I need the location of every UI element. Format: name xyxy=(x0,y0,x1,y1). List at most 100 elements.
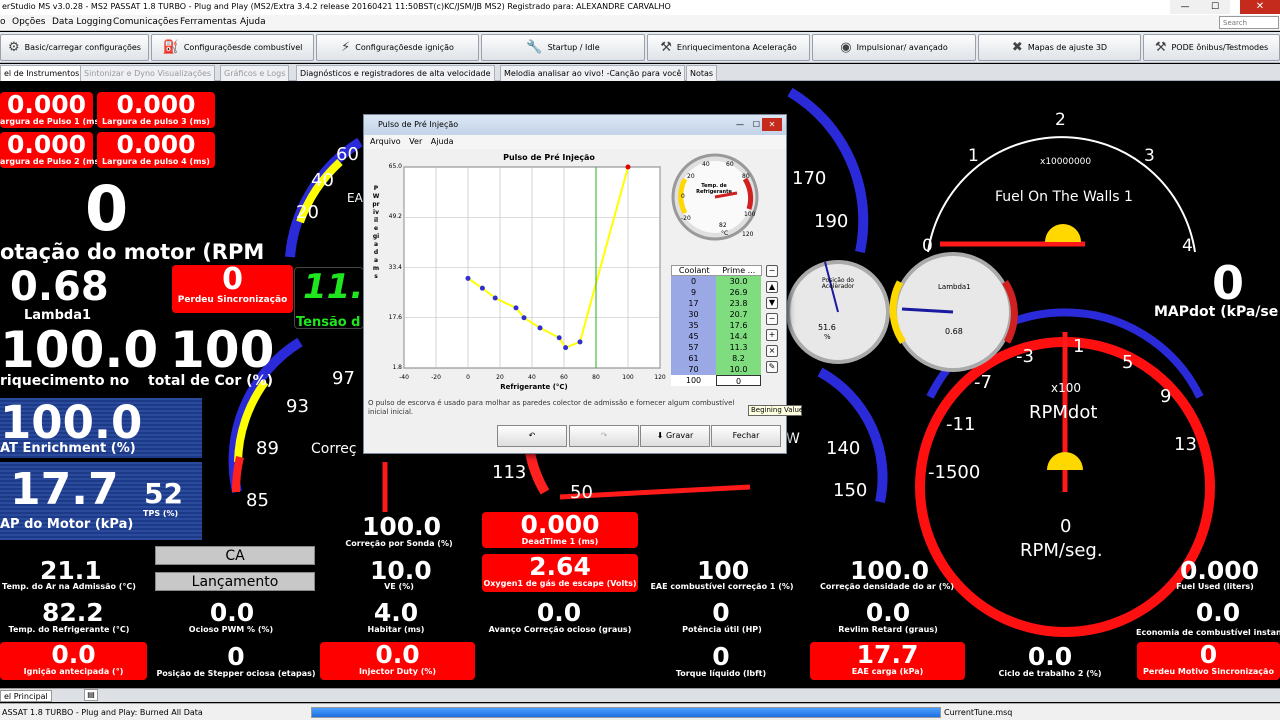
table-row[interactable]: 35 17.6 xyxy=(671,320,762,331)
tab-diagnostics[interactable]: Diagnósticos e registradores de alta vel… xyxy=(296,65,495,81)
data-point[interactable] xyxy=(521,315,527,321)
gauge-eae-load: 17.7 EAE carga (kPa) xyxy=(810,642,965,680)
search-input[interactable] xyxy=(1219,16,1279,29)
data-point[interactable] xyxy=(479,285,485,291)
table-row[interactable]: 100 0 xyxy=(671,375,762,386)
gauge-pw1: 0.000 argura de Pulso 1 (ms) xyxy=(0,90,103,128)
wrench-icon: 🔧 xyxy=(526,40,543,55)
table-cell-prime[interactable]: 30.0 xyxy=(716,276,761,287)
data-point[interactable] xyxy=(537,325,543,331)
x-tick-label: -20 xyxy=(431,374,441,381)
data-point[interactable] xyxy=(556,335,562,341)
tab-tune-dyno[interactable]: Sintonizar e Dyno Visualizações xyxy=(80,65,216,81)
maximize-button[interactable]: ☐ xyxy=(1200,0,1230,14)
close-button[interactable]: ✕ xyxy=(1240,0,1280,14)
tab-notes[interactable]: Notas xyxy=(686,65,718,81)
table-row[interactable]: 17 23.8 xyxy=(671,298,762,309)
menu-data-logging[interactable]: Data Logging xyxy=(52,17,112,27)
table-header: Coolant Prime ... xyxy=(671,265,762,276)
tab-main-panel[interactable]: el Principal xyxy=(0,690,52,702)
table-cell-prime[interactable]: 11.3 xyxy=(716,342,761,353)
table-decrement-button[interactable]: − xyxy=(766,313,778,325)
table-cell-coolant[interactable]: 9 xyxy=(671,287,716,298)
table-cell-prime[interactable]: 10.0 xyxy=(716,364,761,375)
table-cell-coolant[interactable]: 17 xyxy=(671,298,716,309)
status-file: CurrentTune.msq xyxy=(944,708,1013,717)
table-cell-coolant[interactable]: 70 xyxy=(671,364,716,375)
data-point[interactable] xyxy=(465,275,471,281)
minimize-button[interactable]: — xyxy=(1170,0,1200,14)
fow-tick: 3 xyxy=(1144,146,1155,166)
throttle-mini-label: Posição do Acelerador xyxy=(821,277,855,290)
dens-value: 100.0 xyxy=(850,556,930,585)
data-point[interactable] xyxy=(563,345,569,351)
table-cell-prime[interactable]: 17.6 xyxy=(716,320,761,331)
basic-settings-button[interactable]: ⚙ Basic/carregar configurações xyxy=(0,34,149,61)
table-cell-coolant[interactable]: 35 xyxy=(671,320,716,331)
table-multiply-button[interactable]: × xyxy=(766,345,778,357)
menu-file[interactable]: o xyxy=(0,17,6,27)
undo-button[interactable]: ↶ xyxy=(497,425,567,447)
tab-icon-document[interactable]: ▤ xyxy=(84,689,98,701)
table-increment-button[interactable]: + xyxy=(766,329,778,341)
table-down-button[interactable]: ▼ xyxy=(766,297,778,309)
3d-maps-button[interactable]: ✖ Mapas de ajuste 3D xyxy=(978,34,1141,61)
accel-enrich-button[interactable]: ⚒ Enriquecimentona Aceleração xyxy=(647,34,810,61)
table-cell-prime[interactable]: 0 xyxy=(716,375,761,386)
close-dialog-button[interactable]: Fechar xyxy=(711,425,781,447)
burn-button[interactable]: ⬇ Gravar xyxy=(640,425,710,447)
table-row[interactable]: 57 11.3 xyxy=(671,342,762,353)
table-row[interactable]: 61 8.2 xyxy=(671,353,762,364)
can-bus-button[interactable]: ⚒ PODE ônibus/Testmodes xyxy=(1143,34,1280,61)
data-point[interactable] xyxy=(492,295,498,301)
table-cell-prime[interactable]: 14.4 xyxy=(716,331,761,342)
data-point[interactable] xyxy=(513,305,519,311)
table-row[interactable]: 70 10.0 xyxy=(671,364,762,375)
fuel-used-label: Fuel Used (liters) xyxy=(1176,582,1254,591)
tab-tune-analyze[interactable]: Melodia analisar ao vivo! -Canção para v… xyxy=(500,65,686,81)
menu-options[interactable]: Opções xyxy=(12,17,45,27)
y-tick-label: 33.4 xyxy=(388,263,402,271)
table-minus-button[interactable]: − xyxy=(766,265,778,277)
table-edit-button[interactable]: ✎ xyxy=(766,361,778,373)
table-up-button[interactable]: ▲ xyxy=(766,281,778,293)
startup-idle-button[interactable]: 🔧 Startup / Idle xyxy=(481,34,645,61)
table-cell-coolant[interactable]: 45 xyxy=(671,331,716,342)
prime-table[interactable]: Coolant Prime ... 0 30.0 9 26.9 17 23.8 30 20.7… xyxy=(671,265,762,386)
fuel-settings-button[interactable]: ⛽ Configuraçõesde combustível xyxy=(151,34,314,61)
ca-button[interactable]: CA xyxy=(155,546,315,565)
launch-button[interactable]: Lançamento xyxy=(155,572,315,591)
lambda-mini-value: 0.68 xyxy=(945,327,963,336)
rpmsec-label: RPM/seg. xyxy=(1020,540,1103,561)
map-box: 17.7 AP do Motor (kPa) 52 TPS (%) xyxy=(0,462,202,540)
redo-button[interactable]: ↷ xyxy=(569,425,639,447)
table-cell-coolant[interactable]: 0 xyxy=(671,276,716,287)
table-cell-coolant[interactable]: 30 xyxy=(671,309,716,320)
table-row[interactable]: 45 14.4 xyxy=(671,331,762,342)
menu-tools[interactable]: Ferramentas xyxy=(180,17,237,27)
table-cell-prime[interactable]: 8.2 xyxy=(716,353,761,364)
table-row[interactable]: 9 26.9 xyxy=(671,287,762,298)
table-cell-coolant[interactable]: 57 xyxy=(671,342,716,353)
table-row[interactable]: 0 30.0 xyxy=(671,276,762,287)
table-cell-coolant[interactable]: 61 xyxy=(671,353,716,364)
ignition-settings-button[interactable]: ⚡ Configuraçõesde ignição xyxy=(316,34,479,61)
table-cell-coolant[interactable]: 100 xyxy=(671,375,716,386)
rpmdot-tick: 5 xyxy=(1122,352,1134,373)
table-cell-prime[interactable]: 23.8 xyxy=(716,298,761,309)
window-title: erStudio MS v3.0.28 - MS2 PASSAT 1.8 TUR… xyxy=(0,0,1280,15)
table-cell-prime[interactable]: 26.9 xyxy=(716,287,761,298)
tab-graphs-logs[interactable]: Gráficos e Logs xyxy=(220,65,290,81)
data-point[interactable] xyxy=(577,339,583,345)
data-point[interactable] xyxy=(625,164,631,170)
tab-gauge-cluster[interactable]: el de Instrumentos xyxy=(0,65,84,81)
menu-communications[interactable]: Comunicações xyxy=(113,17,179,27)
table-row[interactable]: 30 20.7 xyxy=(671,309,762,320)
table-cell-prime[interactable]: 20.7 xyxy=(716,309,761,320)
menu-help[interactable]: Ajuda xyxy=(240,17,266,27)
rpmdot-tick: 9 xyxy=(1160,386,1172,407)
lambda-mini-label: Lambda1 xyxy=(938,283,971,291)
boost-advanced-button[interactable]: ◉ Impulsionar/ avançado xyxy=(812,34,976,61)
arc-tick: 97 xyxy=(332,368,355,389)
ve-value: 10.0 xyxy=(370,556,432,585)
